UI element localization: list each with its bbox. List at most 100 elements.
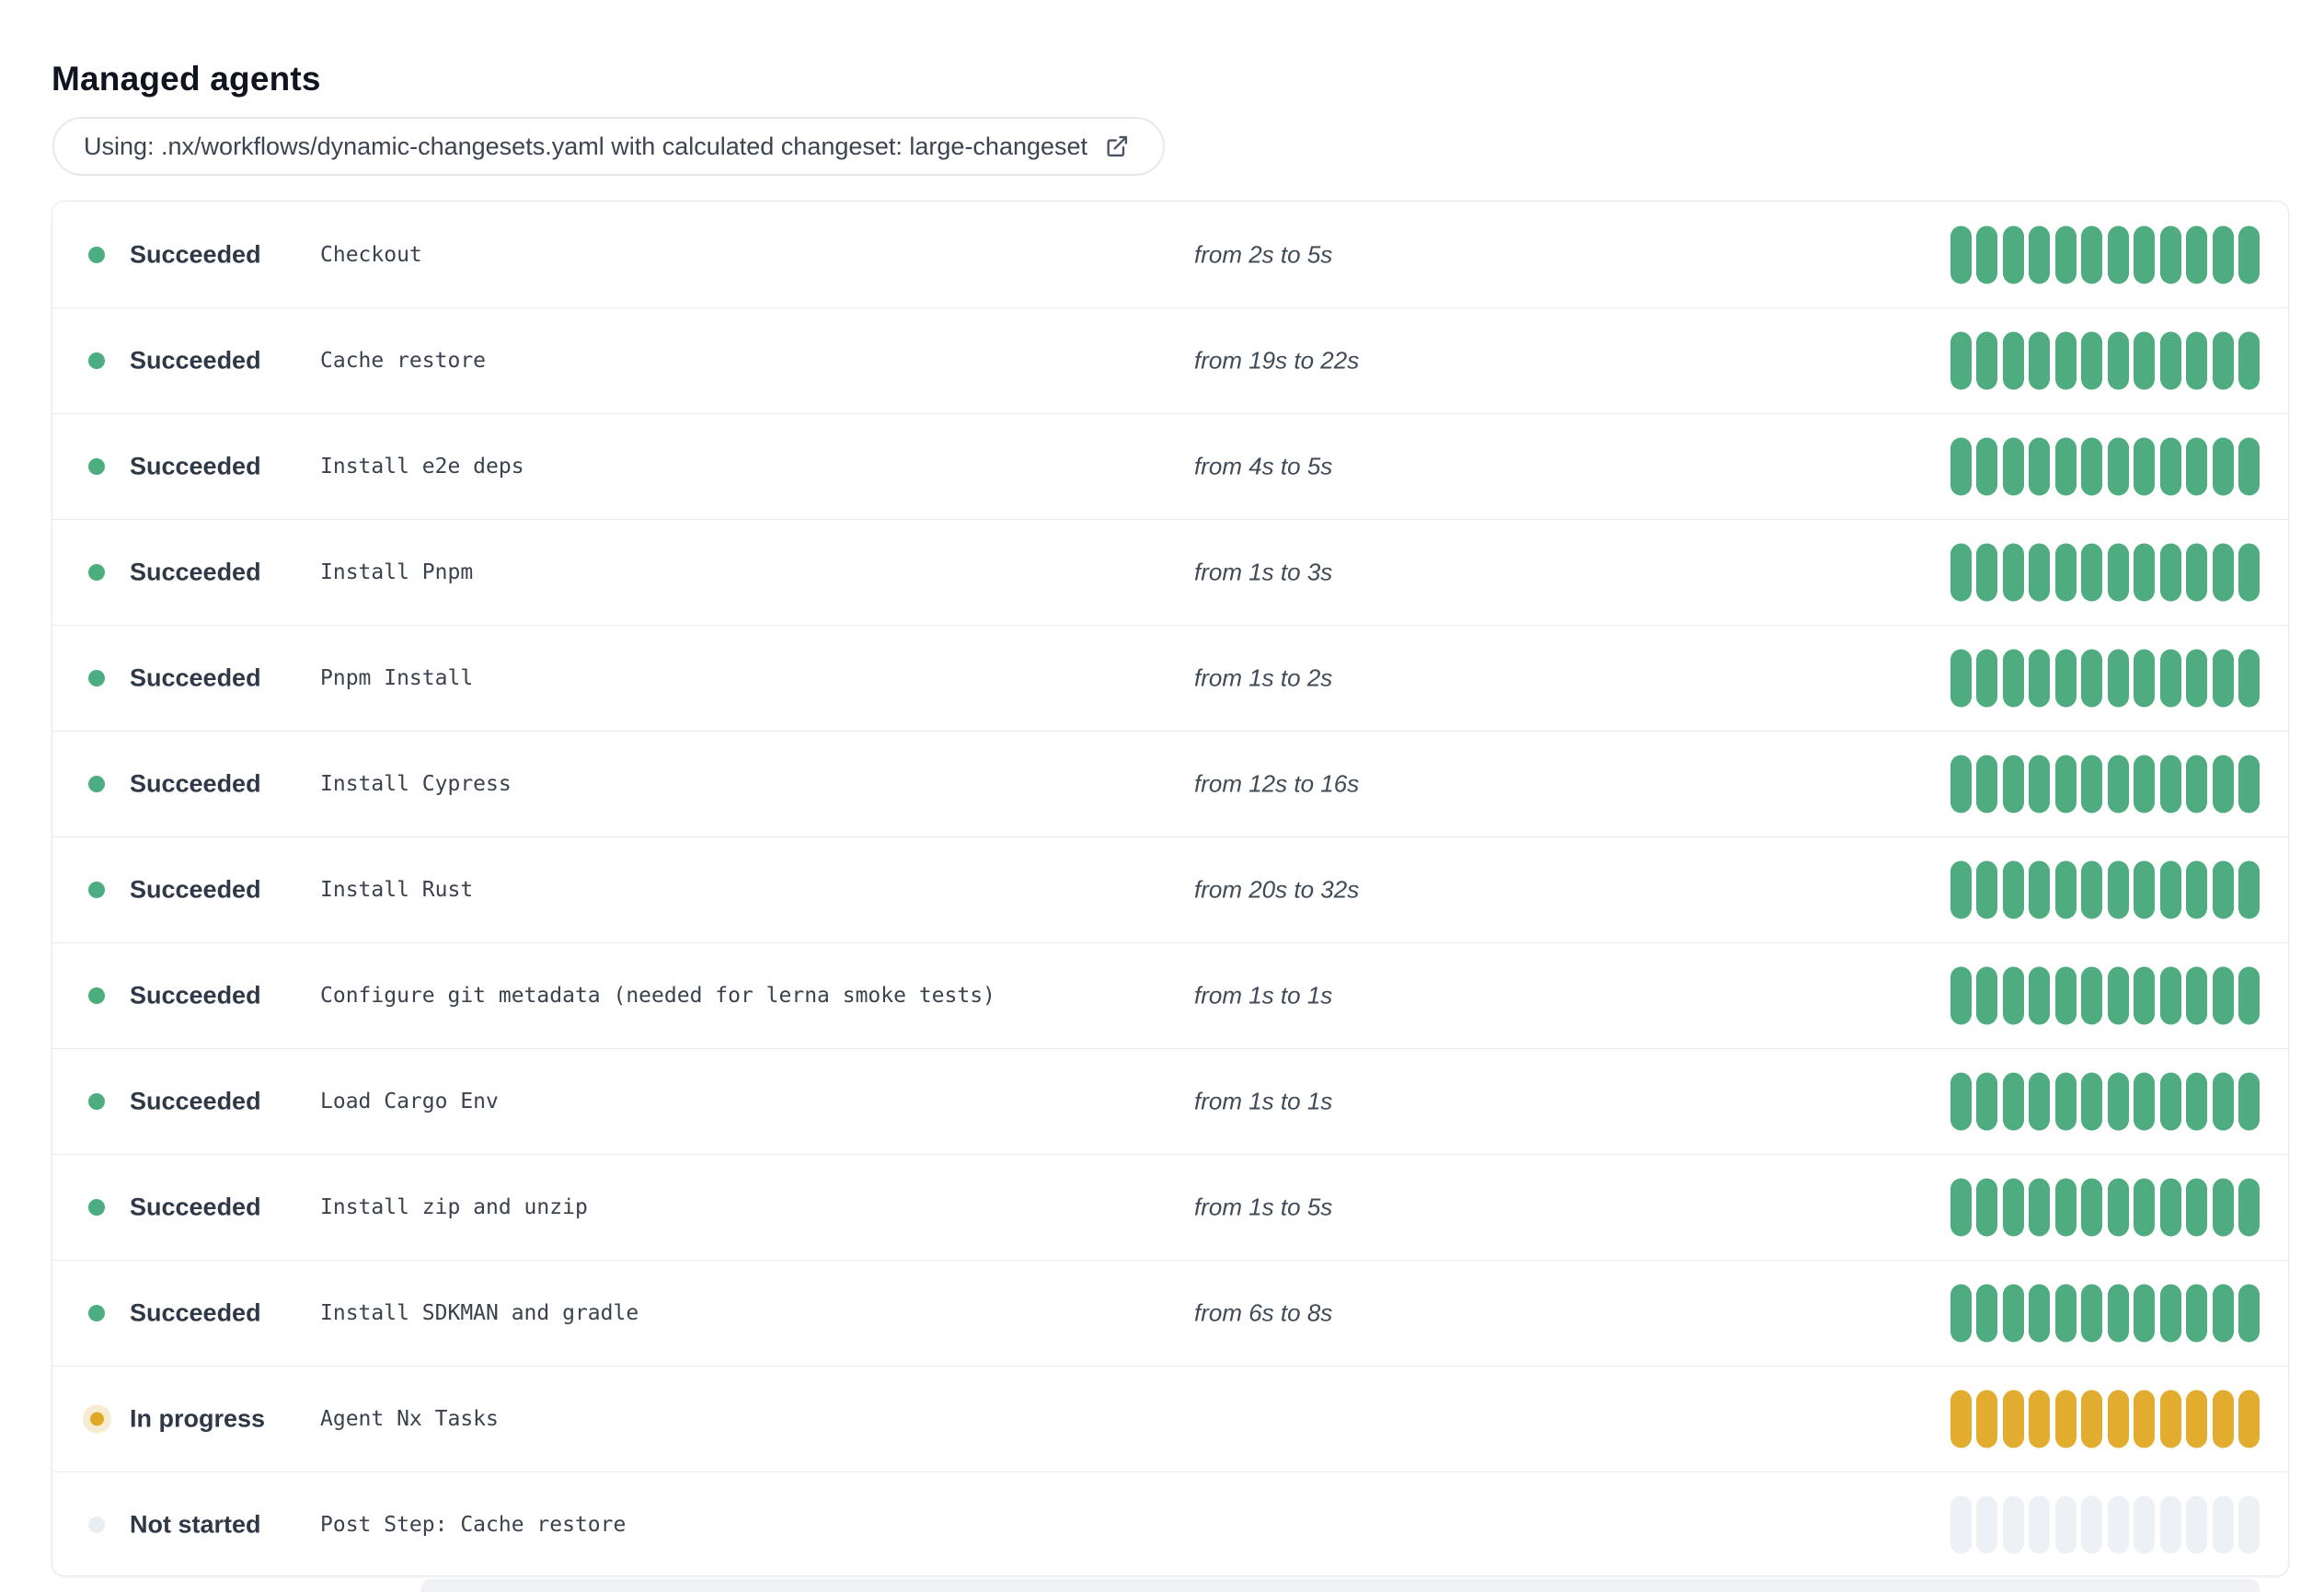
progress-bar-segment [2054, 1284, 2077, 1343]
progress-bar-segment [2159, 1178, 2181, 1237]
step-duration-range: from 1s to 2s [1194, 663, 1333, 692]
agent-step-row[interactable]: Not started Post Step: Cache restore [52, 1471, 2288, 1575]
agent-progress-bars [1950, 755, 2260, 813]
progress-bar-segment [2186, 649, 2207, 708]
progress-bar-segment [2002, 225, 2024, 283]
progress-bar-segment [2107, 543, 2129, 602]
progress-bar-segment [2107, 1390, 2129, 1448]
progress-bar-segment [2212, 966, 2234, 1025]
status-dot [88, 670, 105, 686]
status-label: Succeeded [130, 1087, 261, 1115]
step-name: Load Cargo Env [320, 1090, 499, 1113]
progress-bar-segment [2107, 649, 2129, 708]
progress-bar-segment [2054, 860, 2077, 919]
agent-step-row[interactable]: Succeeded Pnpm Install from 1s to 2s [52, 625, 2288, 731]
progress-bar-segment [2212, 1390, 2234, 1448]
progress-bar-segment [2054, 331, 2077, 390]
progress-bar-segment [2159, 331, 2181, 390]
progress-bar-segment [2081, 331, 2102, 390]
agent-progress-bars [1950, 1284, 2260, 1343]
step-name: Cache restore [320, 349, 487, 373]
agent-step-row[interactable]: Succeeded Install zip and unzip from 1s … [52, 1154, 2288, 1260]
progress-bar-segment [2238, 1284, 2260, 1343]
progress-bar-segment [2029, 543, 2050, 602]
progress-bar-segment [2029, 966, 2050, 1025]
progress-bar-segment [2002, 649, 2024, 708]
agent-step-row[interactable]: Succeeded Load Cargo Env from 1s to 1s [52, 1048, 2288, 1154]
workflow-banner-text: Using: .nx/workflows/dynamic-changesets.… [84, 132, 1088, 160]
status-dot [88, 882, 105, 898]
progress-bar-segment [2134, 543, 2155, 602]
status-dot [88, 458, 105, 475]
progress-bar-segment [1950, 966, 1972, 1025]
progress-bar-segment [2029, 1390, 2050, 1448]
progress-bar-segment [1976, 1178, 1997, 1237]
progress-bar-segment [2081, 1284, 2102, 1343]
progress-bar-segment [2002, 543, 2024, 602]
progress-bar-segment [2212, 649, 2234, 708]
progress-bar-segment [2054, 1178, 2077, 1237]
progress-bar-segment [2186, 543, 2207, 602]
agent-step-row[interactable]: In progress Agent Nx Tasks [52, 1366, 2288, 1471]
progress-bar-segment [2212, 1284, 2234, 1343]
step-duration-range: from 2s to 5s [1194, 240, 1333, 268]
progress-bar-segment [2002, 1390, 2024, 1448]
progress-bar-segment [2186, 860, 2207, 919]
progress-bar-segment [2054, 437, 2077, 496]
progress-bar-segment [2212, 1495, 2234, 1554]
agent-step-row[interactable]: Succeeded Checkout from 2s to 5s [52, 202, 2288, 307]
progress-bar-segment [2029, 225, 2050, 283]
external-link-icon[interactable] [1104, 133, 1130, 159]
step-name: Pnpm Install [320, 666, 474, 690]
progress-bar-segment [2107, 1495, 2129, 1554]
progress-bar-segment [2002, 1178, 2024, 1237]
progress-bar-segment [2238, 1495, 2260, 1554]
agent-progress-bars [1950, 1495, 2260, 1554]
agent-step-row[interactable]: Succeeded Configure git metadata (needed… [52, 942, 2288, 1048]
progress-bar-segment [2029, 755, 2050, 813]
progress-bar-segment [2081, 1390, 2102, 1448]
progress-bar-segment [2054, 755, 2077, 813]
progress-bar-segment [2159, 966, 2181, 1025]
progress-bar-segment [1950, 1495, 1972, 1554]
progress-bar-segment [1976, 1390, 1997, 1448]
progress-bar-segment [2212, 860, 2234, 919]
progress-bar-segment [2212, 1178, 2234, 1237]
step-name: Configure git metadata (needed for lerna… [320, 984, 995, 1008]
agent-step-row[interactable]: Succeeded Cache restore from 19s to 22s [52, 307, 2288, 413]
progress-bar-segment [2134, 225, 2155, 283]
step-duration-range: from 19s to 22s [1194, 346, 1360, 375]
progress-bar-segment [2212, 437, 2234, 496]
progress-bar-segment [2081, 543, 2102, 602]
agent-step-row[interactable]: Succeeded Install Cypress from 12s to 16… [52, 731, 2288, 836]
workflow-banner-link[interactable]: Using: .nx/workflows/dynamic-changesets.… [52, 117, 1166, 176]
progress-bar-segment [2159, 1495, 2181, 1554]
step-name: Post Step: Cache restore [320, 1513, 627, 1537]
progress-bar-segment [2002, 860, 2024, 919]
progress-bar-segment [1950, 1390, 1972, 1448]
progress-bar-segment [2134, 755, 2155, 813]
progress-bar-segment [2159, 860, 2181, 919]
agent-step-row[interactable]: Succeeded Install SDKMAN and gradle from… [52, 1260, 2288, 1366]
progress-bar-segment [2134, 860, 2155, 919]
progress-bar-segment [2186, 331, 2207, 390]
progress-bar-segment [2134, 1178, 2155, 1237]
progress-bar-segment [2186, 1284, 2207, 1343]
status-label: Succeeded [130, 240, 261, 268]
status-label: Succeeded [130, 663, 261, 692]
progress-bar-segment [2238, 1178, 2260, 1237]
agent-step-row[interactable]: Succeeded Install e2e deps from 4s to 5s [52, 413, 2288, 519]
progress-bar-segment [2107, 1284, 2129, 1343]
progress-bar-segment [2238, 649, 2260, 708]
step-duration-range: from 6s to 8s [1194, 1298, 1333, 1327]
progress-bar-segment [2107, 225, 2129, 283]
progress-bar-segment [2238, 331, 2260, 390]
progress-bar-segment [1976, 1072, 1997, 1131]
agent-step-row[interactable]: Succeeded Install Rust from 20s to 32s [52, 836, 2288, 942]
progress-bar-segment [2107, 1178, 2129, 1237]
progress-bar-segment [2134, 1390, 2155, 1448]
progress-bar-segment [2159, 1284, 2181, 1343]
progress-bar-segment [2238, 1072, 2260, 1131]
agent-step-row[interactable]: Succeeded Install Pnpm from 1s to 3s [52, 519, 2288, 625]
progress-bar-segment [2134, 649, 2155, 708]
